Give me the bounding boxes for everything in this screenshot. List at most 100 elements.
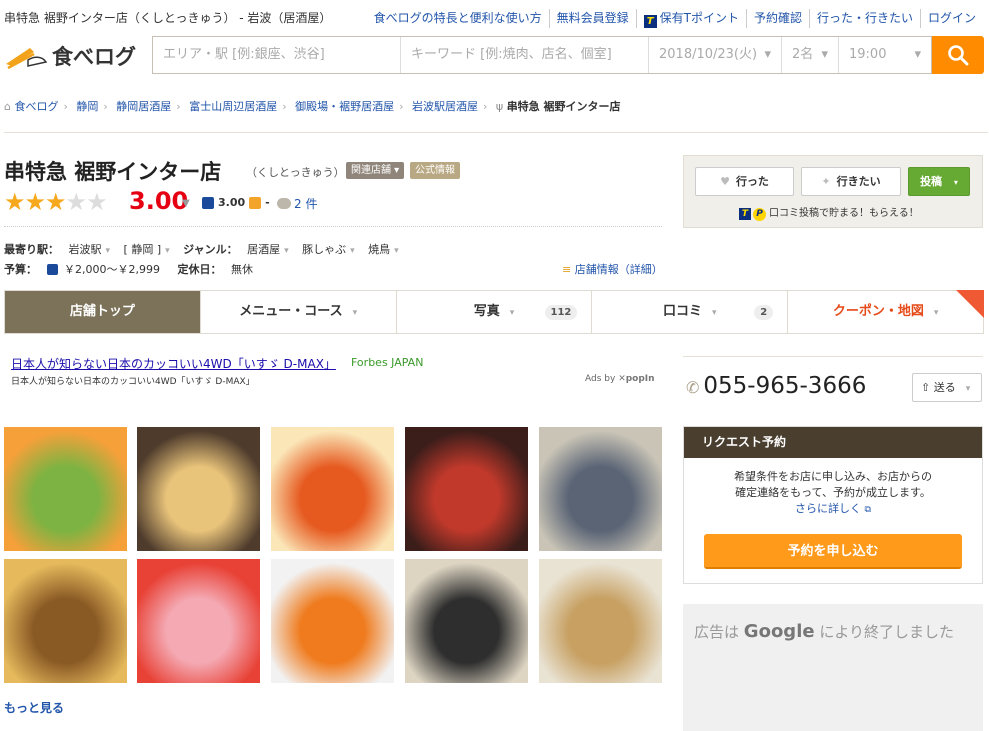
breadcrumb-item[interactable]: 御殿場・裾野居酒屋	[295, 100, 394, 113]
tab-photos[interactable]: 写真 ▾ 112	[395, 291, 592, 333]
link-reservation-check[interactable]: 予約確認	[745, 9, 809, 28]
page-title: 串特急 裾野インター店（くしとっきゅう） - 岩波（居酒屋）	[4, 11, 332, 25]
home-icon: ⌂	[4, 100, 11, 113]
ppoint-icon: P	[753, 208, 766, 221]
request-heading: リクエスト予約	[684, 427, 982, 458]
area-input[interactable]: エリア・駅 [例:銀座、渋谷]	[153, 37, 401, 73]
photo-pork-bowl[interactable]	[137, 559, 260, 683]
genre-link[interactable]: 焼鳥	[368, 243, 390, 256]
breadcrumb-item[interactable]: 静岡	[76, 100, 98, 113]
tab-bar: 店舗トップ メニュー・コース ▾ 写真 ▾ 112 口コミ ▾ 2 クーポン・地図 ▾	[4, 290, 984, 334]
phone-icon: ✆	[686, 378, 700, 397]
link-register[interactable]: 無料会員登録	[548, 9, 636, 28]
dinner-icon	[202, 196, 214, 209]
search-bar: エリア・駅 [例:銀座、渋谷] キーワード [例:焼肉、店名、個室] 2018/…	[152, 36, 932, 74]
tabelog-logo-icon	[6, 48, 48, 70]
budget-value: ￥2,000～￥2,999	[64, 263, 160, 276]
link-login[interactable]: ログイン	[919, 9, 983, 28]
photo-highball[interactable]	[271, 559, 394, 683]
more-photos-link[interactable]: もっと見る	[4, 699, 64, 716]
request-reservation-button[interactable]: 予約を申し込む	[704, 534, 962, 569]
tab-top[interactable]: 店舗トップ	[5, 291, 200, 333]
header: 食べログ エリア・駅 [例:銀座、渋谷] キーワード [例:焼肉、店名、個室] …	[0, 36, 989, 76]
keyword-input[interactable]: キーワード [例:焼肉、店名、個室]	[401, 37, 649, 73]
corner-ribbon	[955, 290, 984, 318]
review-count-link[interactable]: 2 件	[277, 195, 317, 212]
holiday-label: 定休日：	[177, 263, 222, 276]
photo-ochazuke[interactable]	[539, 559, 662, 683]
breadcrumb-item[interactable]: 食べログ	[14, 100, 58, 113]
tab-reviews[interactable]: 口コミ ▾ 2	[591, 291, 787, 333]
photo-banquet-room[interactable]	[539, 427, 662, 551]
star-icon: ★	[24, 188, 46, 216]
share-icon: ⇧	[921, 381, 931, 394]
budget-holiday-row: 予算： ￥2,000～￥2,999 定休日： 無休	[4, 261, 257, 277]
dinner-icon	[46, 264, 58, 275]
photo-onigiri[interactable]	[405, 559, 528, 683]
link-features[interactable]: 食べログの特長と便利な使い方	[367, 9, 549, 28]
star-icon: ★	[45, 188, 66, 216]
logo-text: 食べログ	[52, 45, 136, 69]
ad-title-link[interactable]: 日本人が知らない日本のカッコいい4WD「いすゞ D-MAX」	[11, 355, 336, 372]
phone-number[interactable]: ✆ 055-965-3666	[686, 373, 866, 399]
request-description: 希望条件をお店に申し込み、お店からの 確定連絡をもって、予約が成立します。 さら…	[684, 469, 982, 518]
station-genre-row: 最寄り駅： 岩波駅 ▾ [ 静岡 ] ▾ ジャンル： 居酒屋 ▾ 豚しゃぶ ▾ 焼鳥 ▾	[4, 243, 399, 256]
comment-icon	[277, 198, 291, 209]
tab-coupon-map[interactable]: クーポン・地図 ▾	[787, 290, 984, 333]
ad-source[interactable]: Forbes JAPAN	[351, 356, 423, 369]
went-button[interactable]: ♥ 行った	[695, 167, 794, 196]
genre-link[interactable]: 豚しゃぶ	[302, 243, 346, 256]
official-info-tag[interactable]: 公式情報	[410, 162, 460, 179]
search-button[interactable]	[932, 36, 984, 74]
station-link[interactable]: 岩波駅	[69, 243, 102, 256]
ad-ended-box: 広告は Google により終了しました	[683, 604, 983, 731]
action-box: ♥ 行った ✦ 行きたい 投稿 ▾ T P 口コミ投稿で貯まる！もらえる！	[683, 155, 983, 228]
dinner-score: 3.00	[218, 196, 246, 209]
rating-stars: ★★★★★	[4, 188, 108, 216]
send-button[interactable]: ⇧ 送る ▾	[912, 373, 982, 402]
link-went-want[interactable]: 行った・行きたい	[808, 9, 920, 28]
score-dropdown-icon[interactable]: ▼	[182, 198, 190, 209]
breadcrumb-item[interactable]: 静岡居酒屋	[116, 100, 171, 113]
budget-label: 予算：	[4, 263, 37, 276]
star-empty-icon: ★	[65, 188, 87, 216]
restaurant-kana: （くしとっきゅう）	[246, 166, 345, 179]
photo-tatami-room[interactable]	[4, 559, 127, 683]
people-select[interactable]: 2名	[782, 37, 839, 73]
dotted-divider	[4, 226, 662, 227]
breadcrumb: ⌂ 食べログ › 静岡 › 静岡居酒屋 › 富士山周辺居酒屋 › 御殿場・裾野居酒屋 › …	[4, 100, 621, 113]
date-select[interactable]: 2018/10/23(火)	[649, 37, 782, 73]
related-shops-tag[interactable]: 関連店舗 ▾	[346, 162, 405, 179]
holiday-value: 無休	[230, 263, 253, 276]
time-select[interactable]: 19:00	[839, 37, 931, 73]
genre-label: ジャンル：	[183, 243, 238, 256]
points-note: T P 口コミ投稿で貯まる！もらえる！	[739, 204, 919, 221]
photo-agedashi[interactable]	[137, 427, 260, 551]
ad-subtitle[interactable]: 日本人が知らない日本のカッコいい4WD「いすゞ D-MAX」	[11, 374, 255, 387]
shop-detail-link[interactable]: ≡ 店舗情報（詳細）	[562, 261, 663, 277]
pin-icon: ✦	[821, 175, 831, 188]
lunch-icon	[249, 196, 262, 209]
link-tpoint[interactable]: T 保有Tポイント	[635, 9, 746, 28]
tab-menu[interactable]: メニュー・コース ▾	[199, 291, 396, 333]
top-bar: 串特急 裾野インター店（くしとっきゅう） - 岩波（居酒屋） 食べログの特長と便…	[0, 0, 989, 32]
station-label: 最寄り駅：	[4, 243, 59, 256]
photo-fries[interactable]	[271, 427, 394, 551]
info-icon: ≡	[562, 263, 572, 276]
want-button[interactable]: ✦ 行きたい	[801, 167, 901, 196]
photo-salad[interactable]	[4, 427, 127, 551]
pref-link[interactable]: [ 静岡 ]	[124, 243, 162, 256]
ads-by[interactable]: Ads by ✕popIn	[585, 374, 655, 384]
photo-count-badge: 112	[544, 305, 578, 320]
photo-kushi-signboard[interactable]	[405, 427, 528, 551]
breadcrumb-item[interactable]: 岩波駅居酒屋	[412, 100, 478, 113]
request-more-link[interactable]: さらに詳しく ⧉	[684, 501, 982, 518]
restaurant-name: 串特急 裾野インター店	[4, 160, 222, 184]
subscores: 3.00 -	[202, 196, 270, 209]
breadcrumb-item[interactable]: 富士山周辺居酒屋	[189, 100, 277, 113]
rating-score: 3.00	[129, 187, 189, 215]
post-button[interactable]: 投稿 ▾	[908, 167, 970, 196]
logo[interactable]: 食べログ	[4, 40, 136, 72]
genre-link[interactable]: 居酒屋	[247, 243, 280, 256]
breadcrumb-current: 串特急 裾野インター店	[506, 100, 621, 113]
